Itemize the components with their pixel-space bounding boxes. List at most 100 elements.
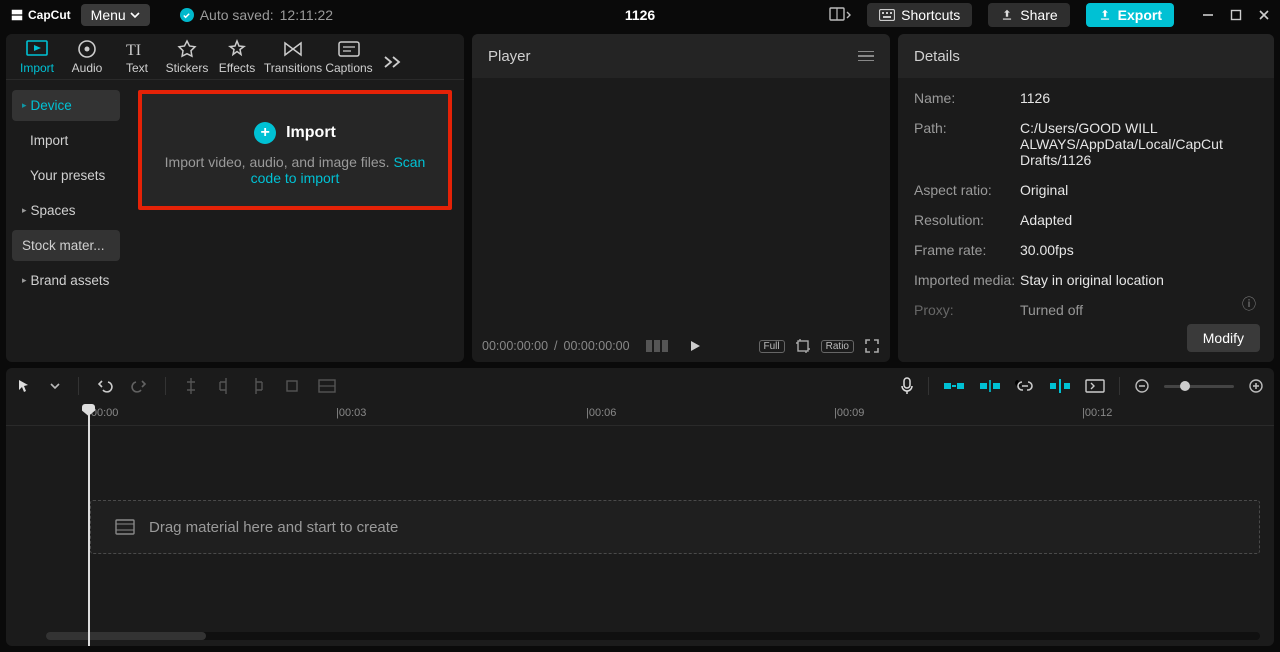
scrollbar-thumb[interactable] — [46, 632, 206, 640]
import-dropzone[interactable]: + Import Import video, audio, and image … — [138, 90, 452, 210]
caret-icon: ▸ — [22, 100, 27, 111]
detail-label: Resolution: — [914, 212, 1020, 228]
maximize-icon[interactable] — [1230, 9, 1242, 21]
detail-value: Stay in original location — [1020, 272, 1258, 288]
ruler-mark: |00:09 — [834, 407, 864, 419]
sidebar-item-label: Your presets — [30, 168, 105, 183]
menu-button[interactable]: Menu — [81, 4, 150, 26]
sidebar-item-presets[interactable]: Your presets — [12, 160, 120, 191]
tab-captions[interactable]: Captions — [324, 39, 374, 79]
autosave-status: Auto saved: 12:11:22 — [180, 7, 333, 23]
top-bar: CapCut Menu Auto saved: 12:11:22 1126 Sh… — [0, 0, 1280, 30]
topbar-actions: Shortcuts Share Export — [829, 3, 1270, 27]
fullscreen-icon[interactable] — [864, 338, 880, 354]
tab-stickers[interactable]: Stickers — [162, 39, 212, 79]
undo-button[interactable] — [97, 378, 113, 394]
zoom-in-button[interactable] — [1248, 378, 1264, 394]
timeline-scrollbar[interactable] — [46, 632, 1260, 640]
ratio-toggle[interactable]: Ratio — [821, 340, 854, 353]
thumbnails-icon[interactable] — [646, 340, 668, 352]
sidebar-item-label: Import — [30, 133, 68, 148]
zoom-thumb[interactable] — [1180, 381, 1190, 391]
tab-import[interactable]: Import — [12, 39, 62, 79]
playhead[interactable] — [88, 404, 90, 646]
detail-value: Original — [1020, 182, 1258, 198]
timeline-ruler[interactable]: |00:00 |00:03 |00:06 |00:09 |00:12 — [6, 404, 1274, 426]
media-sidebar: ▸ Device Import Your presets ▸ Spaces St… — [6, 80, 126, 362]
menu-label: Menu — [91, 7, 126, 23]
tab-transitions[interactable]: Transitions — [262, 39, 324, 79]
cursor-tool[interactable] — [16, 378, 32, 394]
caret-icon: ▸ — [22, 275, 27, 286]
ruler-mark: |00:03 — [336, 407, 366, 419]
minimize-icon[interactable] — [1202, 9, 1214, 21]
sidebar-item-device[interactable]: ▸ Device — [12, 90, 120, 121]
detail-label: Imported media: — [914, 272, 1020, 288]
trim-left-tool[interactable] — [216, 378, 232, 394]
tab-audio[interactable]: Audio — [62, 39, 112, 79]
sidebar-item-import[interactable]: Import — [12, 125, 120, 156]
tabs-more-button[interactable] — [380, 55, 404, 79]
clip-tool[interactable] — [318, 379, 336, 393]
split-tool[interactable] — [184, 378, 198, 394]
close-icon[interactable] — [1258, 9, 1270, 21]
sidebar-item-stock[interactable]: Stock mater... — [12, 230, 120, 261]
import-subtitle: Import video, audio, and image files. — [165, 154, 394, 170]
ruler-mark: |00:06 — [586, 407, 616, 419]
details-table: Name:1126 Path:C:/Users/GOOD WILL ALWAYS… — [898, 78, 1274, 330]
crop-tool[interactable] — [284, 378, 300, 394]
autosave-prefix: Auto saved: — [200, 7, 274, 23]
sidebar-item-spaces[interactable]: ▸ Spaces — [12, 195, 120, 226]
redo-button[interactable] — [131, 378, 147, 394]
player-viewport — [472, 78, 890, 330]
zoom-out-button[interactable] — [1134, 378, 1150, 394]
shortcuts-label: Shortcuts — [901, 7, 960, 23]
share-icon — [1000, 8, 1014, 22]
detail-value: Turned off — [1020, 302, 1258, 318]
detail-value: 1126 — [1020, 90, 1258, 106]
transitions-icon — [282, 39, 304, 59]
keyboard-icon — [879, 9, 895, 21]
snap-icon[interactable] — [1049, 379, 1071, 393]
full-toggle[interactable]: Full — [759, 340, 785, 353]
detail-value: C:/Users/GOOD WILL ALWAYS/AppData/Local/… — [1020, 120, 1258, 168]
player-controls: 00:00:00:00 / 00:00:00:00 Full Ratio — [472, 330, 890, 362]
play-button[interactable] — [688, 339, 702, 353]
sidebar-item-label: Brand assets — [31, 273, 110, 288]
layout-icon[interactable] — [829, 7, 851, 23]
trim-right-tool[interactable] — [250, 378, 266, 394]
tab-text[interactable]: TI Text — [112, 39, 162, 79]
zoom-slider[interactable] — [1164, 385, 1234, 388]
preview-render-icon[interactable] — [1085, 379, 1105, 393]
player-menu-icon[interactable] — [858, 51, 874, 62]
project-title: 1126 — [625, 7, 655, 23]
magnet-track-icon[interactable] — [979, 379, 1001, 393]
modify-button[interactable]: Modify — [1187, 324, 1260, 352]
help-icon[interactable]: ⓘ — [1242, 294, 1256, 314]
detail-label: Proxy: — [914, 302, 1020, 318]
detail-label: Frame rate: — [914, 242, 1020, 258]
magnet-main-icon[interactable] — [943, 379, 965, 393]
mic-icon[interactable] — [900, 377, 914, 395]
timeline-dropzone[interactable]: Drag material here and start to create — [90, 500, 1260, 554]
time-sep: / — [554, 339, 557, 353]
app-name: CapCut — [28, 8, 71, 22]
link-icon[interactable] — [1015, 380, 1035, 392]
import-icon — [26, 39, 48, 59]
text-icon: TI — [126, 39, 148, 59]
cursor-dropdown[interactable] — [50, 381, 60, 391]
share-button[interactable]: Share — [988, 3, 1069, 27]
export-button[interactable]: Export — [1086, 3, 1174, 27]
plus-circle-icon: + — [254, 122, 276, 144]
detail-label: Aspect ratio: — [914, 182, 1020, 198]
timeline[interactable]: |00:00 |00:03 |00:06 |00:09 |00:12 Drag … — [6, 404, 1274, 646]
chevron-down-icon — [130, 10, 140, 20]
tab-label: Transitions — [264, 61, 322, 75]
tab-effects[interactable]: Effects — [212, 39, 262, 79]
clip-icon — [115, 519, 135, 535]
sidebar-item-brand[interactable]: ▸ Brand assets — [12, 265, 120, 296]
crop-icon[interactable] — [795, 338, 811, 354]
shortcuts-button[interactable]: Shortcuts — [867, 3, 972, 27]
effects-icon — [227, 39, 247, 59]
drop-hint: Drag material here and start to create — [149, 519, 398, 536]
